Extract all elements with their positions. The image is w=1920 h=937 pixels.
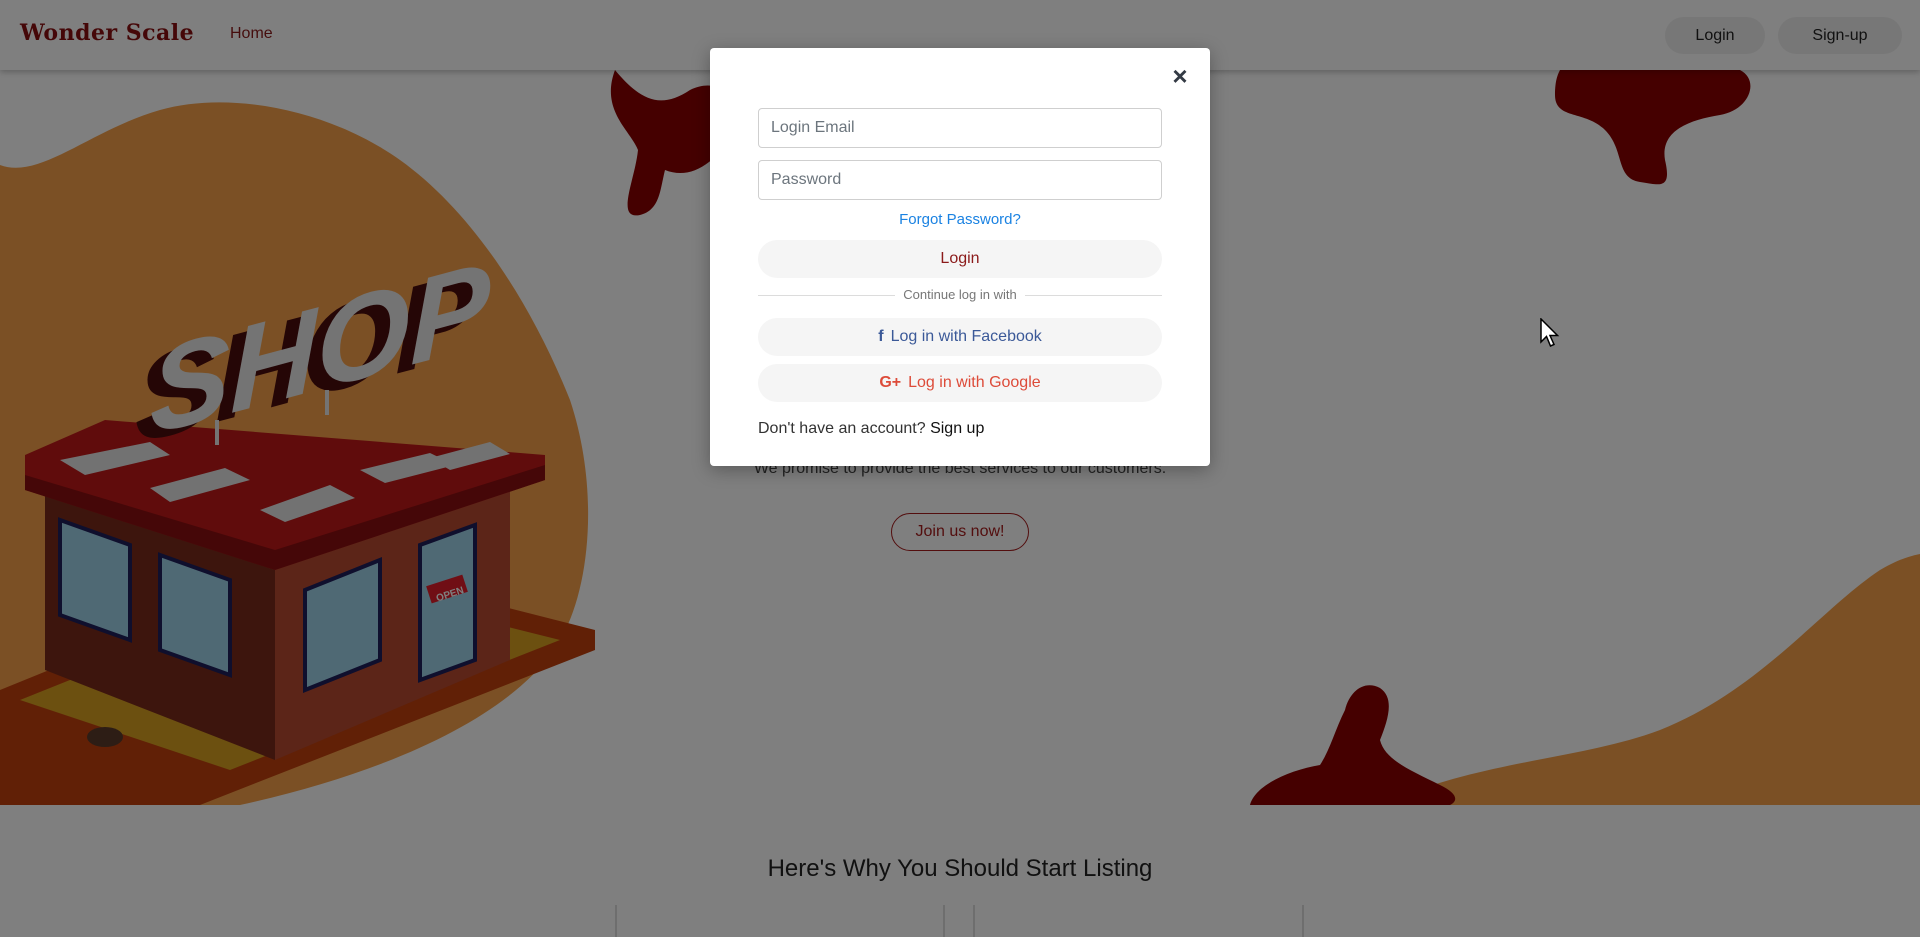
password-input[interactable] <box>758 160 1162 200</box>
login-modal: × Forgot Password? Login Continue log in… <box>710 48 1210 466</box>
login-email-input[interactable] <box>758 108 1162 148</box>
google-plus-icon: G+ <box>879 374 902 391</box>
signup-prompt-row: Don't have an account? Sign up <box>758 420 984 438</box>
forgot-password-link[interactable]: Forgot Password? <box>710 211 1210 228</box>
signup-prompt-text: Don't have an account? <box>758 420 926 437</box>
facebook-login-button[interactable]: f Log in with Facebook <box>758 318 1162 356</box>
facebook-login-label: Log in with Facebook <box>890 328 1042 345</box>
google-login-button[interactable]: G+ Log in with Google <box>758 364 1162 402</box>
login-button[interactable]: Login <box>758 240 1162 278</box>
signup-link[interactable]: Sign up <box>930 420 984 437</box>
cursor-icon <box>1540 318 1560 347</box>
divider-text: Continue log in with <box>710 287 1210 302</box>
google-login-label: Log in with Google <box>908 374 1041 391</box>
close-icon[interactable]: × <box>1165 61 1195 91</box>
facebook-icon: f <box>878 328 884 345</box>
